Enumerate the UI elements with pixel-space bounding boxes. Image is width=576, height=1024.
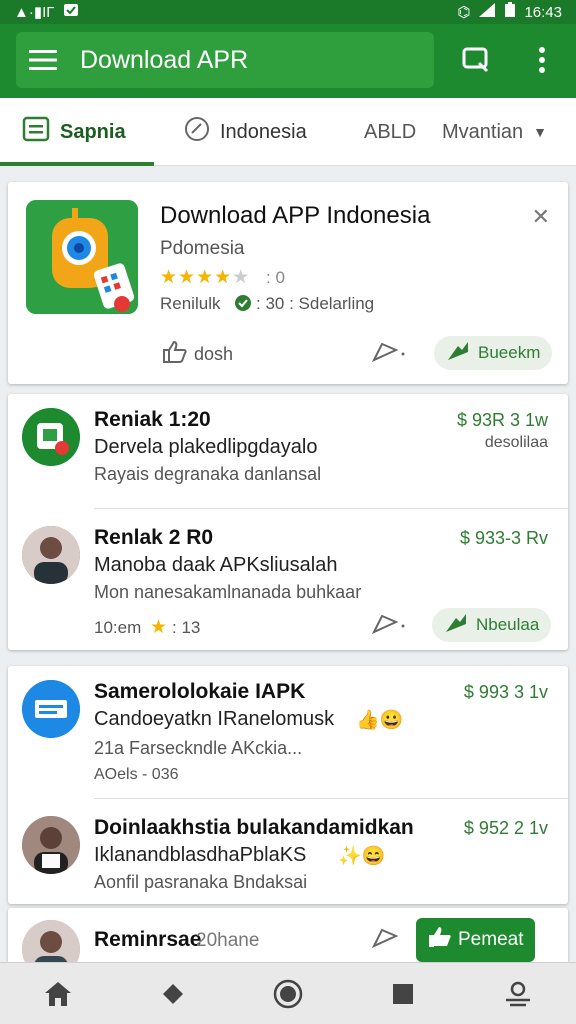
- arrow-icon: [444, 612, 470, 639]
- thumbs-up-icon: [162, 340, 188, 369]
- app-bar: Download APR: [0, 24, 576, 98]
- emoji-icon: ✨😄: [338, 846, 386, 867]
- install-button[interactable]: Nbeulaa: [432, 608, 552, 642]
- tab-abld[interactable]: ABLD: [364, 98, 416, 166]
- avatar: [22, 816, 80, 874]
- close-icon[interactable]: ✕: [532, 204, 550, 230]
- tag-icon: [184, 116, 210, 148]
- app-description: Manoba daak APKsliusalah: [94, 554, 338, 576]
- tab-label: ABLD: [364, 120, 417, 143]
- app-list-card-3: Reminrsae 20hane Pemeat: [8, 908, 568, 968]
- app-detail: Mon nanesakamlnanada buhkaar: [94, 582, 362, 602]
- share-icon[interactable]: [372, 926, 402, 950]
- featured-meta-detail: : 30 : Sdelarling: [256, 294, 375, 313]
- bottom-navigation: [0, 962, 576, 1024]
- status-icons-left: ▲·▮ΙΓ: [14, 4, 55, 21]
- app-name: Doinlaakhstia bulakandamidkan: [94, 816, 414, 839]
- app-name: Renlak 2 R0: [94, 526, 214, 549]
- avatar: [22, 920, 80, 968]
- app-name: Samerololokaie IAPK: [94, 680, 306, 703]
- app-meta: 10:em: [94, 618, 142, 637]
- install-label: Nbeulaa: [476, 615, 540, 634]
- notification-icon: [63, 2, 79, 22]
- primary-action-label: Pemeat: [458, 929, 524, 950]
- featured-subtitle: Pdomesia: [160, 238, 245, 259]
- tab-label: Sapnia: [60, 120, 126, 143]
- app-price: $ 952 2 1v: [463, 818, 548, 838]
- app-list-card-1: Reniak 1:20 Dervela plakedlipgdayalo Ray…: [8, 394, 568, 650]
- verified-icon: [234, 294, 252, 312]
- thumbs-up-icon: [428, 926, 452, 954]
- title-box: Download APR: [16, 32, 434, 88]
- app-name: Reminrsae: [94, 928, 202, 951]
- tab-label: Indonesia: [220, 120, 307, 143]
- home-icon[interactable]: [34, 970, 82, 1018]
- diamond-icon[interactable]: [149, 970, 197, 1018]
- star-icon: ★: [150, 617, 169, 638]
- signal-icon: [478, 2, 496, 22]
- divider: [94, 798, 568, 799]
- star-rating: ★★★★★: [160, 267, 251, 288]
- tab-indonesia[interactable]: Indonesia: [184, 98, 307, 166]
- divider: [94, 508, 568, 509]
- app-price: $ 993 3 1v: [463, 682, 548, 702]
- arrow-icon: [446, 340, 472, 367]
- featured-action-button[interactable]: Bueekm: [434, 336, 553, 370]
- search-icon[interactable]: [454, 38, 498, 82]
- battery-icon: [504, 2, 516, 22]
- app-icon: [26, 200, 138, 314]
- record-icon[interactable]: [264, 970, 312, 1018]
- more-options-icon[interactable]: [520, 38, 564, 82]
- app-meta: 20hane: [196, 930, 260, 951]
- share-icon[interactable]: [372, 612, 406, 636]
- app-price: $ 933-3 Rv: [459, 528, 548, 548]
- vibrate-icon: ⌬: [457, 4, 471, 21]
- app-detail: Rayais degranaka danlansal: [94, 464, 322, 484]
- app-title: Download APR: [80, 45, 249, 74]
- app-meta: AOels - 036: [94, 766, 179, 783]
- app-icon: [22, 680, 80, 738]
- list-icon: [22, 116, 50, 148]
- square-icon[interactable]: [379, 970, 427, 1018]
- chevron-down-icon: ▼: [533, 124, 548, 140]
- share-icon[interactable]: [372, 340, 406, 364]
- featured-meta: Renilulk: [160, 294, 221, 313]
- profile-icon[interactable]: [494, 970, 542, 1018]
- tab-mvantian[interactable]: Mvantian ▼: [442, 98, 547, 166]
- featured-title: Download APP Indonesia: [160, 202, 431, 229]
- rating-text: : 0: [266, 268, 285, 287]
- status-bar: ▲·▮ΙΓ ⌬ 16:43: [0, 0, 576, 24]
- featured-action-label: Bueekm: [478, 343, 541, 362]
- app-price: $ 93R 3 1w: [456, 410, 548, 430]
- avatar: [22, 526, 80, 584]
- app-price-sub: desolilaa: [484, 434, 548, 451]
- app-name: Reniak 1:20: [94, 408, 211, 431]
- app-detail: 21a Farseckndle AKckia...: [94, 738, 303, 758]
- app-list-card-2: Samerololokaie IAPK Candoeyatkn IRanelom…: [8, 666, 568, 904]
- app-description: Dervela plakedlipgdayalo: [94, 436, 318, 458]
- app-meta-detail: : 13: [172, 618, 201, 637]
- active-tab-indicator: [0, 162, 154, 166]
- tab-bar: Sapnia Indonesia ABLD Mvantian ▼: [0, 98, 576, 166]
- tab-sapnia[interactable]: Sapnia: [22, 98, 126, 166]
- app-icon: [22, 408, 80, 466]
- app-description: Candoeyatkn IRanelomusk: [94, 708, 335, 730]
- app-detail: Aonfil pasranaka Bndaksai: [94, 872, 308, 892]
- menu-icon[interactable]: [16, 32, 70, 88]
- featured-app-card[interactable]: ✕ Download APP Indonesia Pdomesia ★★★★★ …: [8, 182, 568, 384]
- primary-action-button[interactable]: Pemeat: [416, 918, 536, 962]
- like-button[interactable]: dosh: [162, 340, 233, 369]
- emoji-icon: 👍😀: [356, 710, 404, 731]
- like-label: dosh: [194, 344, 234, 364]
- app-description: IklanandblasdhaPblaKS: [94, 844, 307, 866]
- clock: 16:43: [524, 3, 562, 21]
- tab-label: Mvantian: [442, 120, 524, 143]
